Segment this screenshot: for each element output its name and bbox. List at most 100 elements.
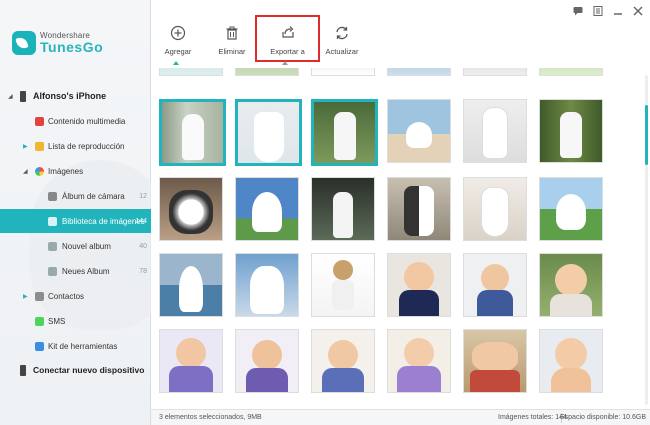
photo-thumbnail[interactable]	[539, 68, 603, 76]
minimize-icon[interactable]	[612, 5, 624, 17]
photo-thumbnail[interactable]	[159, 177, 223, 241]
photos-icon	[35, 166, 44, 176]
sidebar: Wondershare TunesGo ◢ Alfonso's iPhone C…	[0, 0, 170, 425]
connect-device-item[interactable]: Conectar nuevo dispositivo	[0, 358, 151, 382]
photo-thumbnail[interactable]	[387, 329, 451, 393]
item-count: 12	[139, 192, 147, 200]
sidebar-item-neues-album[interactable]: Neues Album 78	[0, 259, 151, 283]
add-button[interactable]: Agregar	[148, 22, 208, 62]
photo-thumbnail[interactable]	[539, 329, 603, 393]
sidebar-item-label: Neues Album	[62, 266, 110, 276]
photo-thumbnail[interactable]	[387, 99, 451, 163]
export-button[interactable]: Exportar a	[255, 15, 320, 62]
photo-thumbnail[interactable]	[463, 329, 527, 393]
sidebar-item-camera-roll[interactable]: Álbum de cámara 12	[0, 184, 151, 208]
available-space: Espacio disponible: 10.6GB	[560, 414, 646, 421]
sidebar-item-label: Contactos	[48, 291, 85, 301]
refresh-button[interactable]: Actualizar	[312, 22, 372, 62]
contacts-icon	[35, 291, 44, 301]
sidebar-item-toolkit[interactable]: Kit de herramientas	[0, 334, 151, 358]
status-bar: 3 elementos seleccionados, 9MB Imágenes …	[151, 409, 650, 425]
sidebar-item-label: Lista de reproducción	[48, 141, 125, 151]
photo-thumbnail[interactable]	[387, 68, 451, 76]
photo-thumbnail[interactable]	[235, 68, 299, 76]
sms-icon	[35, 316, 44, 326]
device-item[interactable]: ◢ Alfonso's iPhone	[0, 84, 151, 108]
export-icon	[281, 26, 294, 38]
device-name: Alfonso's iPhone	[33, 91, 107, 101]
music-icon	[35, 116, 44, 126]
sidebar-item-label: Kit de herramientas	[48, 341, 118, 351]
trash-icon	[226, 26, 238, 40]
photo-thumbnail[interactable]	[311, 177, 375, 241]
sidebar-item-label: Nouvel album	[62, 241, 111, 251]
tunesgo-logo-icon	[12, 31, 36, 55]
photo-thumbnail-selected[interactable]	[235, 99, 302, 166]
sidebar-item-nouvel-album[interactable]: Nouvel album 40	[0, 234, 151, 258]
camera-icon	[48, 191, 57, 201]
sidebar-item-sms[interactable]: SMS	[0, 309, 151, 333]
refresh-label: Actualizar	[325, 47, 359, 56]
album-icon	[48, 266, 57, 276]
sidebar-item-images[interactable]: ◢ Imágenes	[0, 159, 151, 183]
photo-thumbnail[interactable]	[235, 253, 299, 317]
photo-thumbnail[interactable]	[159, 68, 223, 76]
photo-thumbnail[interactable]	[463, 68, 527, 76]
sidebar-item-media[interactable]: Contenido multimedia	[0, 109, 151, 133]
toolbar-caret-icon	[282, 61, 288, 65]
photo-thumbnail-selected[interactable]	[311, 99, 378, 166]
photo-thumbnail[interactable]	[463, 177, 527, 241]
sidebar-item-photo-library[interactable]: Biblioteca de imágenes 144	[0, 209, 151, 233]
photo-thumbnail[interactable]	[539, 99, 603, 163]
toolkit-icon	[35, 341, 44, 351]
photo-thumbnail-selected[interactable]	[159, 99, 226, 166]
photo-grid	[151, 68, 650, 409]
photo-thumbnail[interactable]	[539, 177, 603, 241]
photo-thumbnail[interactable]	[159, 329, 223, 393]
photo-thumbnail[interactable]	[539, 253, 603, 317]
photo-thumbnail[interactable]	[311, 329, 375, 393]
refresh-icon	[336, 26, 348, 40]
vertical-scrollbar[interactable]	[645, 75, 648, 405]
expand-arrow-icon[interactable]: ▶	[23, 293, 28, 300]
sidebar-item-label: Imágenes	[48, 166, 84, 176]
close-icon[interactable]	[632, 5, 644, 17]
sidebar-item-contacts[interactable]: ▶ Contactos	[0, 284, 151, 308]
item-count: 40	[139, 242, 147, 250]
sidebar-item-playlist[interactable]: ▶ Lista de reproducción	[0, 134, 151, 158]
photo-thumbnail[interactable]	[235, 177, 299, 241]
menu-icon[interactable]	[592, 5, 604, 17]
toolbar: Agregar Eliminar Exportar a Actualizar	[151, 0, 650, 68]
photo-thumbnail[interactable]	[387, 177, 451, 241]
sidebar-item-label: Biblioteca de imágenes	[62, 216, 145, 226]
window-controls	[572, 5, 644, 17]
phone-icon	[20, 364, 26, 376]
add-icon	[170, 25, 186, 41]
selection-status: 3 elementos seleccionados, 9MB	[159, 414, 262, 421]
collapse-arrow-icon[interactable]: ◢	[23, 168, 28, 175]
connect-device-label: Conectar nuevo dispositivo	[33, 365, 145, 375]
app-logo: Wondershare TunesGo	[12, 29, 103, 57]
photo-thumbnail[interactable]	[311, 68, 375, 76]
photo-thumbnail[interactable]	[387, 253, 451, 317]
feedback-icon[interactable]	[572, 5, 584, 17]
item-count: 78	[139, 267, 147, 275]
iphone-icon	[20, 90, 26, 102]
logo-title: TunesGo	[40, 39, 104, 55]
photo-thumbnail[interactable]	[463, 253, 527, 317]
sidebar-item-label: Álbum de cámara	[62, 191, 125, 201]
photo-thumbnail[interactable]	[311, 253, 375, 317]
delete-button[interactable]: Eliminar	[202, 22, 262, 62]
sidebar-item-label: Contenido multimedia	[48, 116, 126, 126]
scrollbar-thumb[interactable]	[645, 105, 648, 165]
photo-thumbnail[interactable]	[235, 329, 299, 393]
toolbar-caret-icon	[173, 61, 179, 65]
photo-thumbnail[interactable]	[463, 99, 527, 163]
total-images: Imágenes totales: 144	[498, 414, 567, 421]
photo-thumbnail[interactable]	[159, 253, 223, 317]
delete-label: Eliminar	[218, 47, 246, 56]
expand-arrow-icon[interactable]: ◢	[8, 93, 13, 100]
album-icon	[48, 241, 57, 251]
add-label: Agregar	[164, 47, 192, 56]
expand-arrow-icon[interactable]: ▶	[23, 143, 28, 150]
